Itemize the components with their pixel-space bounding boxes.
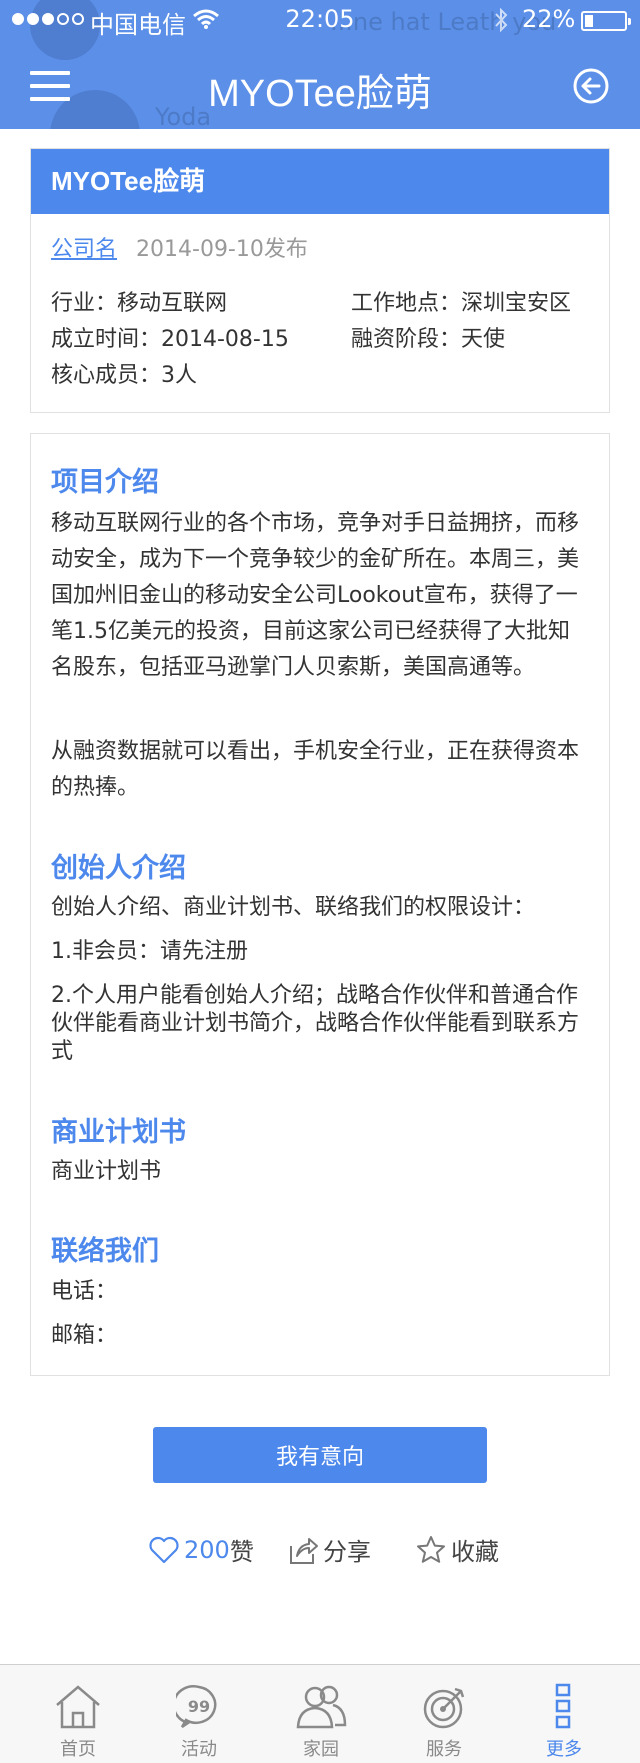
contact-phone: 电话：: [51, 1279, 118, 1304]
tab-label: 活动: [181, 1739, 217, 1760]
battery-percent: 22%: [522, 5, 576, 33]
tab-community[interactable]: 家园: [257, 1665, 385, 1763]
share-icon: [290, 1537, 318, 1564]
tab-activity[interactable]: 99 活动: [135, 1665, 263, 1763]
favorite-button[interactable]: 收藏: [415, 1532, 499, 1567]
share-label: 分享: [323, 1538, 371, 1566]
share-button[interactable]: 分享: [287, 1532, 371, 1567]
svg-text:99: 99: [188, 1697, 210, 1716]
founder-intro-text: 1.非会员：请先注册: [51, 939, 248, 964]
publish-date: 2014-09-10发布: [136, 237, 308, 262]
tab-home[interactable]: 首页: [14, 1665, 142, 1763]
heart-icon: [149, 1536, 179, 1563]
status-bar: 中国电信 22:05 22%: [0, 0, 640, 40]
founder-intro-text: 创始人介绍、商业计划书、联络我们的权限设计：: [51, 895, 536, 920]
like-label: 赞: [229, 1538, 254, 1566]
activity-icon: 99: [176, 1685, 217, 1729]
tab-label: 更多: [546, 1739, 582, 1760]
like-count: 200: [184, 1535, 230, 1564]
founder-intro-title: 创始人介绍: [51, 853, 186, 884]
detail-card: 项目介绍 移动互联网行业的各个市场，竞争对手日益拥挤，而移动安全，成为下一个竞争…: [30, 433, 610, 1376]
home-icon: [56, 1685, 100, 1729]
action-bar: 200 赞 分享 收藏: [0, 1532, 640, 1568]
company-card: MYOTee脸萌 公司名 2014-09-10发布 行业：移动互联网 工作地点：…: [30, 148, 610, 413]
founded-info: 成立时间：2014-08-15: [51, 327, 289, 352]
like-button[interactable]: 200 赞: [148, 1532, 254, 1567]
project-intro-text: 移动互联网行业的各个市场，竞争对手日益拥挤，而移动安全，成为下一个竞争较少的金矿…: [51, 511, 580, 680]
business-plan-title: 商业计划书: [51, 1117, 186, 1148]
tab-label: 首页: [60, 1739, 96, 1760]
back-icon[interactable]: [572, 67, 610, 105]
business-plan-text: 商业计划书: [51, 1159, 162, 1184]
founder-intro-text: 2.个人用户能看创始人介绍；战略合作伙伴和普通合作伙伴能看商业计划书简介，战略合…: [51, 983, 580, 1064]
core-members-info: 核心成员：3人: [51, 363, 197, 388]
funding-stage-info: 融资阶段：天使: [351, 327, 506, 352]
bluetooth-icon: [495, 7, 508, 33]
tab-service[interactable]: 服务: [380, 1665, 508, 1763]
top-header: ...ne hat Leath you Yoda 中国电信 22:05 22% …: [0, 0, 640, 129]
star-icon: [417, 1535, 445, 1563]
page-title: MYOTee脸萌: [208, 73, 432, 115]
location-info: 工作地点：深圳宝安区: [351, 291, 572, 316]
tab-more[interactable]: 更多: [500, 1665, 628, 1763]
company-link[interactable]: 公司名: [51, 237, 117, 262]
project-intro-title: 项目介绍: [51, 467, 159, 498]
contact-email: 邮箱：: [51, 1323, 118, 1348]
bottom-tab-bar: 首页 99 活动 家园 服务 更多: [0, 1664, 640, 1763]
more-icon: [555, 1683, 571, 1729]
intent-button[interactable]: 我有意向: [153, 1427, 487, 1483]
favorite-label: 收藏: [451, 1538, 499, 1566]
project-intro-text: 从融资数据就可以看出，手机安全行业，正在获得资本的热捧。: [51, 739, 580, 800]
battery-icon: [581, 11, 631, 31]
tab-label: 家园: [303, 1739, 339, 1760]
tab-label: 服务: [426, 1739, 462, 1760]
community-icon: [296, 1685, 347, 1729]
company-meta: 公司名 2014-09-10发布: [51, 231, 308, 263]
service-icon: [423, 1687, 465, 1729]
contact-title: 联络我们: [51, 1236, 159, 1267]
company-name: MYOTee脸萌: [31, 149, 609, 214]
industry-info: 行业：移动互联网: [51, 291, 228, 316]
